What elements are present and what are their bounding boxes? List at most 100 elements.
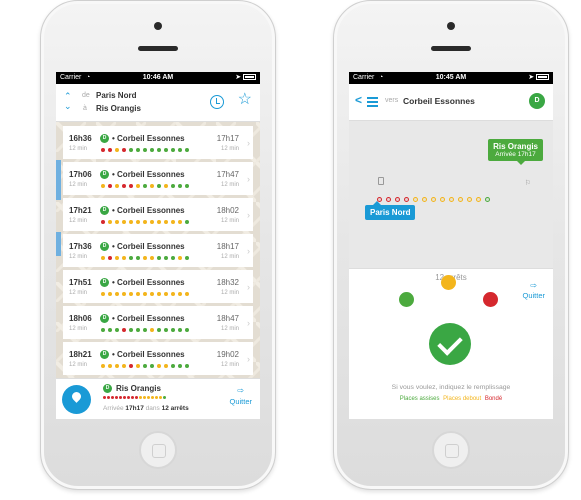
menu-icon[interactable] [367,97,378,109]
occupancy-hint: Si vous voulez, indiquez le remplissage [391,384,511,391]
trip-row[interactable]: 17h36 12 min D • Corbeil Essonnes 18h17 12 mi… [63,234,253,267]
line-badge: D [100,314,109,323]
to-station[interactable]: Ris Orangis [96,104,141,113]
occupancy-dot [171,256,175,260]
occupancy-dot [164,328,168,332]
occupancy-dot [151,396,154,399]
chevron-right-icon: › [247,246,250,256]
occupancy-dot [171,148,175,152]
occupancy-dot [122,364,126,368]
camera [154,22,162,30]
occupancy-dot [111,396,114,399]
stop-dot [467,197,472,203]
occupancy-dot [157,256,161,260]
exit-icon[interactable]: ⇨ [530,281,537,290]
trip-duration: 12 min [69,290,88,296]
map-water [56,232,61,256]
occupancy-dot [108,292,112,296]
trip-row[interactable]: 17h51 12 min D • Corbeil Essonnes 18h32 12 mi… [63,270,253,303]
trip-destination: • Corbeil Essonnes [112,278,185,287]
occupancy-seated-button[interactable] [399,292,414,307]
trip-duration: 12 min [69,182,88,188]
occupancy-dots [101,292,192,297]
occupancy-dot [185,256,189,260]
occupancy-dot [150,292,154,296]
occupancy-standing-button[interactable] [441,275,456,290]
occupancy-dot [185,328,189,332]
legend-standing: Places debout [443,396,482,402]
occupancy-dot [108,148,112,152]
occupancy-dots [101,148,192,153]
screen-trip-list: Carrier ◔ 10:46 AM ➤ ⌃ ⌄ de Paris Nord à … [56,72,260,419]
occupancy-dot [129,256,133,260]
occupancy-dot [129,184,133,188]
map-water [56,160,61,200]
home-button[interactable] [139,431,177,469]
occupancy-dot [150,256,154,260]
occupancy-dot [136,292,140,296]
occupancy-dot [108,364,112,368]
occupancy-dot [143,220,147,224]
back-chevron-icon[interactable]: < [355,93,362,107]
occupancy-dot [164,292,168,296]
exit-icon[interactable]: ⇨ [237,386,244,395]
star-icon[interactable]: ☆ [238,91,252,109]
arrival-time: 19h02 [216,350,239,359]
occupancy-dot [101,148,105,152]
confirm-check-button[interactable] [429,323,471,365]
departure-time: 18h21 [69,350,92,359]
occupancy-dot [185,364,189,368]
stop-dot [404,197,409,203]
occupancy-dot [143,184,147,188]
occupancy-dots [101,220,192,225]
occupancy-dot [136,184,140,188]
occupancy-dots [101,184,192,189]
line-badge: D [100,350,109,359]
occupancy-full-button[interactable] [483,292,498,307]
occupancy-dot [150,328,154,332]
line-badge: D [100,170,109,179]
occupancy-dot [122,148,126,152]
departure-time: 17h06 [69,170,92,179]
occupancy-dot [150,364,154,368]
destination-callout: Ris Orangis Arrivée 17h17 [488,139,543,165]
occupancy-dot [157,292,161,296]
home-button[interactable] [432,431,470,469]
stop-dot [485,197,490,203]
quit-button[interactable]: Quitter [229,397,252,406]
occupancy-dot [143,328,147,332]
occupancy-dot [185,184,189,188]
occupancy-dot [101,220,105,224]
chevron-right-icon: › [247,210,250,220]
trip-row[interactable]: 17h21 12 min D • Corbeil Essonnes 18h02 12 mi… [63,198,253,231]
arrival-time: 18h47 [216,314,239,323]
from-station[interactable]: Paris Nord [96,91,136,100]
occupancy-dot [136,364,140,368]
location-pin-icon[interactable] [62,385,91,414]
stop-dot [458,197,463,203]
clock-time: 10:46 AM [142,74,174,81]
occupancy-dot [171,184,175,188]
stop-dot [476,197,481,203]
occupancy-dot [108,184,112,188]
line-badge: D [100,242,109,251]
trip-row[interactable]: 18h21 12 min D • Corbeil Essonnes 19h02 12 mi… [63,342,253,375]
quit-button[interactable]: Quitter [522,291,545,300]
occupancy-dot [139,396,142,399]
active-destination: Ris Orangis [116,384,161,393]
active-trip-bar[interactable]: D Ris Orangis Arrivée 17h17 dans 12 arrê… [56,378,260,419]
occupancy-dot [129,148,133,152]
status-bar: Carrier ◔ 10:45 AM ➤ [349,72,553,84]
swap-stations-icon[interactable]: ⌃ ⌄ [64,91,72,111]
camera [447,22,455,30]
occupancy-dot [143,396,146,399]
trip-row[interactable]: 17h06 12 min D • Corbeil Essonnes 17h47 12 mi… [63,162,253,195]
departure-time: 18h06 [69,314,92,323]
trip-row[interactable]: 18h06 12 min D • Corbeil Essonnes 18h47 12 mi… [63,306,253,339]
trip-row[interactable]: 16h36 12 min D • Corbeil Essonnes 17h17 12 mi… [63,126,253,159]
clock-icon[interactable] [210,95,224,109]
line-badge: D [103,384,112,393]
trip-duration-secondary: 12 min [220,218,239,224]
trip-duration: 12 min [69,218,88,224]
battery-icon: ➤ [235,72,256,84]
